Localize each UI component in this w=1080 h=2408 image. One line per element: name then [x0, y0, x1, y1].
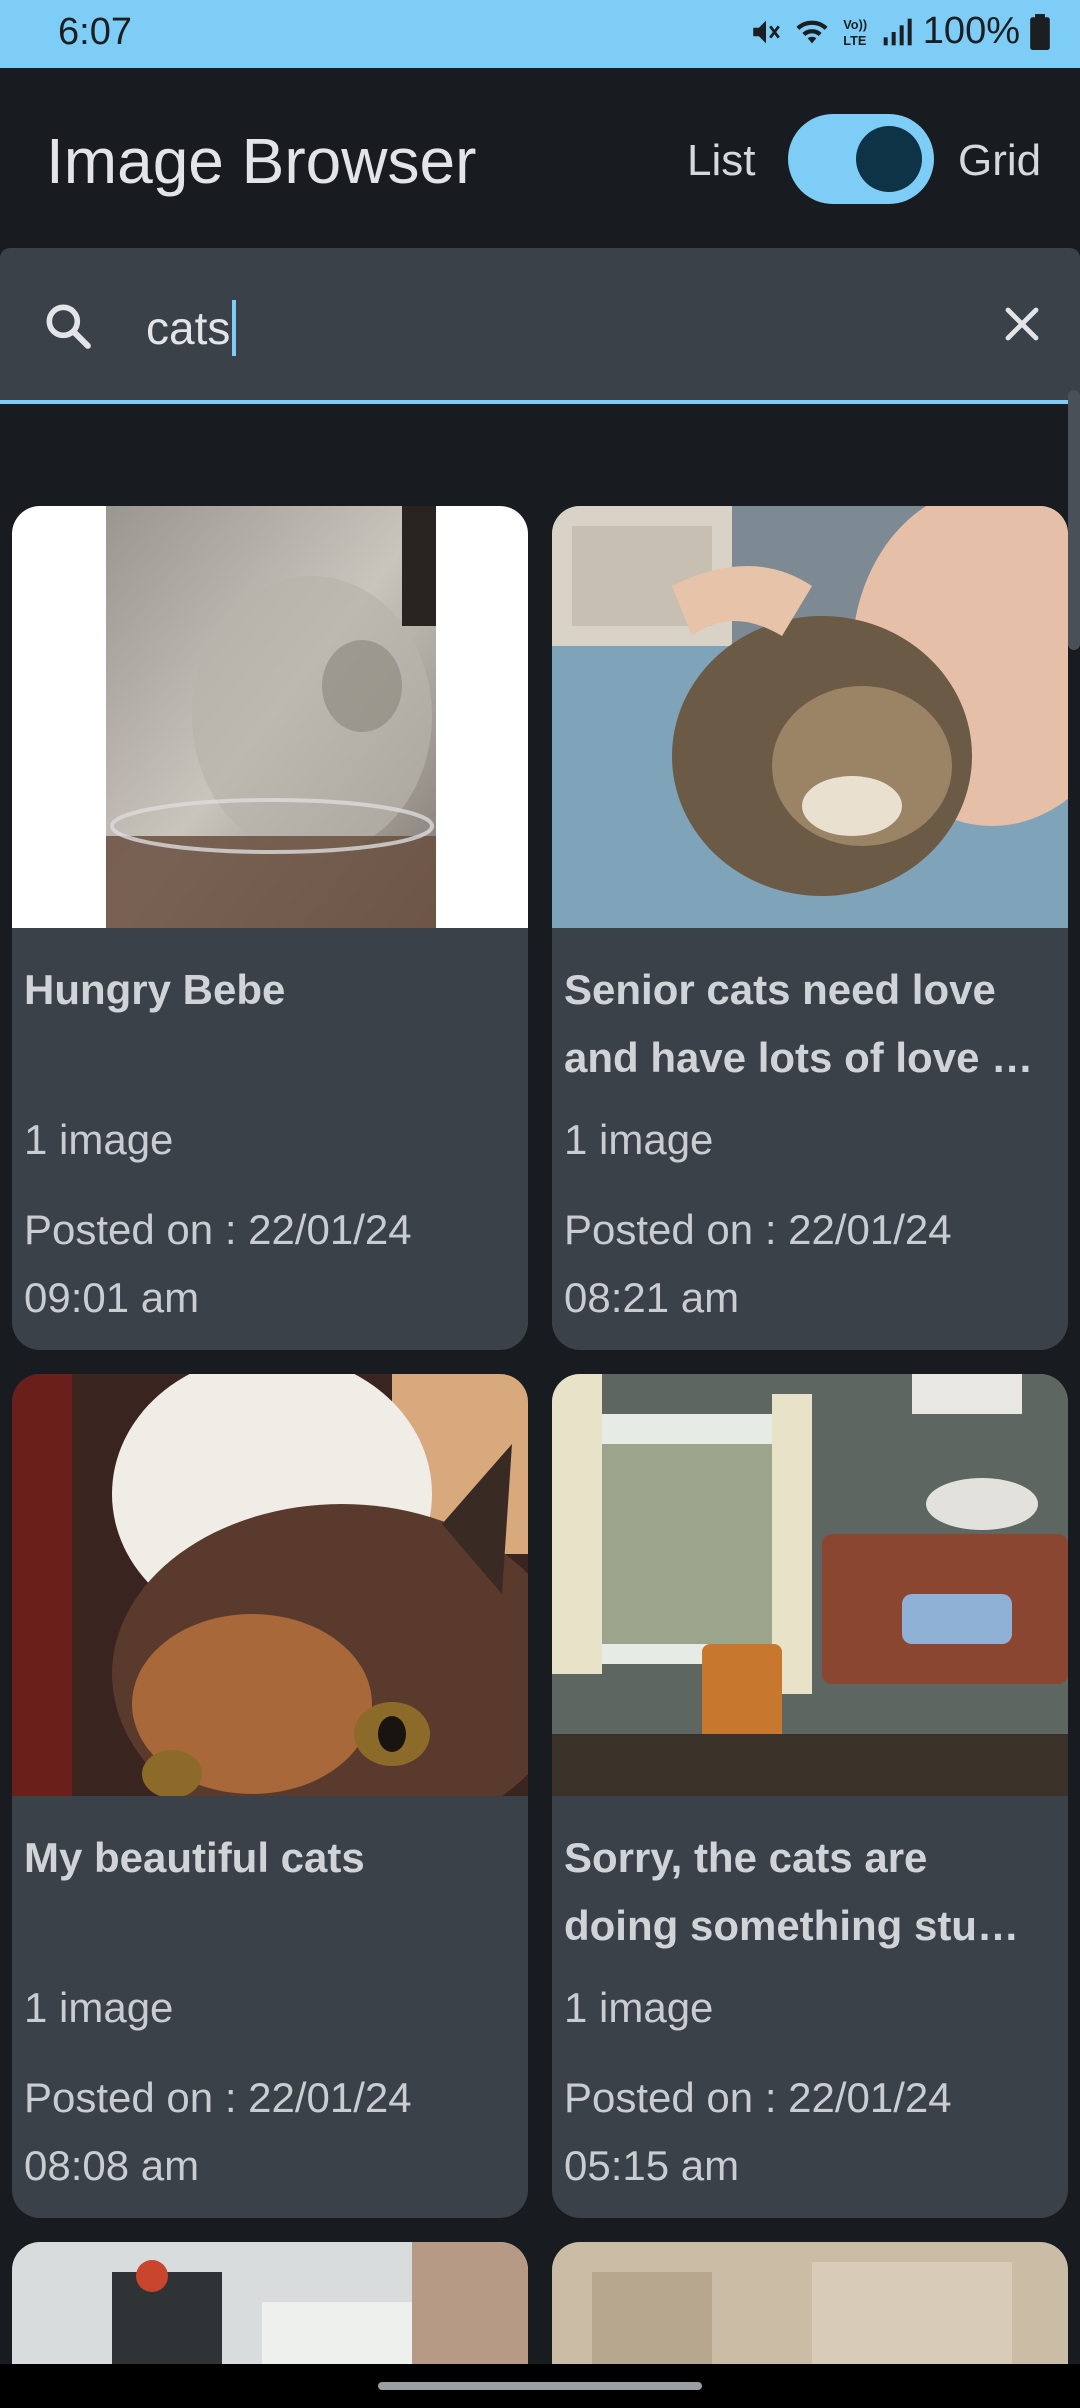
post-title: My beautiful cats	[24, 1834, 365, 1881]
post-thumbnail	[12, 506, 528, 928]
post-card[interactable]: Sorry, the cats are doing something stu……	[552, 1374, 1068, 2218]
close-icon[interactable]	[998, 300, 1046, 348]
mute-icon	[753, 20, 780, 43]
search-input-value: cats	[146, 302, 231, 354]
image-count: 1 image	[564, 1116, 714, 1163]
status-time: 6:07	[58, 11, 132, 53]
search-input[interactable]: cats	[146, 300, 237, 356]
toggle-label-list: List	[687, 136, 756, 185]
app-bar: Image Browser List Grid	[0, 68, 1080, 248]
post-card[interactable]	[552, 2242, 1068, 2382]
post-title: Sorry, the cats are doing something stu…	[564, 1834, 1019, 1949]
image-count: 1 image	[24, 1116, 174, 1163]
post-title: Hungry Bebe	[24, 966, 286, 1013]
post-thumbnail	[12, 2242, 528, 2382]
status-bar: 6:07 Vo)) LTE 100%	[0, 0, 1080, 68]
battery-percent: 100%	[922, 10, 1020, 52]
wifi-icon	[796, 20, 828, 43]
text-caret	[232, 300, 237, 356]
posted-date: Posted on : 22/01/24 08:21 am	[564, 1206, 952, 1321]
toggle-label-grid: Grid	[958, 136, 1042, 185]
svg-text:LTE: LTE	[843, 32, 866, 47]
view-mode-toggle[interactable]	[788, 114, 934, 204]
posted-date: Posted on : 22/01/24 05:15 am	[564, 2074, 952, 2189]
post-thumbnail	[552, 506, 1068, 928]
post-thumbnail	[12, 1374, 528, 1796]
image-count: 1 image	[24, 1984, 174, 2031]
search-icon	[46, 304, 91, 349]
post-card[interactable]: Senior cats need love and have lots of l…	[552, 506, 1068, 1350]
svg-text:Vo)): Vo))	[843, 17, 867, 32]
scrollbar-thumb[interactable]	[1068, 390, 1080, 650]
battery-icon	[1030, 13, 1050, 50]
posted-date: Posted on : 22/01/24 08:08 am	[24, 2074, 412, 2189]
page-title: Image Browser	[46, 125, 477, 197]
post-card[interactable]: My beautiful cats 1 image Posted on : 22…	[12, 1374, 528, 2218]
gesture-nav-bar	[0, 2364, 1080, 2408]
image-count: 1 image	[564, 1984, 714, 2031]
post-card[interactable]	[12, 2242, 528, 2382]
search-bar[interactable]: cats	[0, 248, 1080, 404]
home-handle[interactable]	[378, 2382, 702, 2390]
post-thumbnail	[552, 2242, 1068, 2382]
posted-date: Posted on : 22/01/24 09:01 am	[24, 1206, 412, 1321]
post-title: Senior cats need love and have lots of l…	[564, 966, 1034, 1081]
signal-icon	[883, 18, 912, 45]
status-icons: Vo)) LTE 100%	[749, 10, 1050, 53]
post-thumbnail	[552, 1374, 1068, 1796]
toggle-knob	[856, 126, 922, 192]
volte-icon: Vo)) LTE	[843, 17, 867, 48]
post-card[interactable]: Hungry Bebe 1 image Posted on : 22/01/24…	[12, 506, 528, 1350]
